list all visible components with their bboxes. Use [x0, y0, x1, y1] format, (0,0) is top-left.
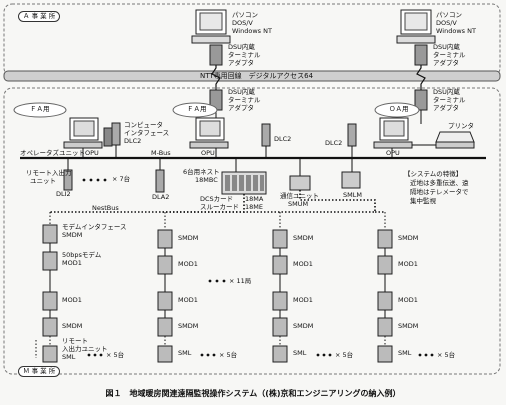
- printer-icon: [435, 131, 475, 149]
- dsu2-line3: アダプタ: [433, 59, 459, 67]
- col1-modem-line2: MOD1: [62, 259, 82, 267]
- col1-modem-if-line2: SMDM: [62, 231, 83, 239]
- remote-io-top-line2: ユニット: [30, 177, 56, 185]
- dsu1-line3: アダプタ: [228, 59, 254, 67]
- col2-count: × 5台: [219, 351, 238, 359]
- pc-top-right-icon: [396, 9, 436, 44]
- opu-1-label: OPU: [201, 149, 215, 157]
- dsu-top-right-icon: [414, 44, 428, 66]
- m-bus-label: M-Bus: [151, 149, 171, 157]
- col4-mod1: MOD1: [398, 296, 418, 304]
- col3-smdm: SMDM: [293, 322, 314, 330]
- dli2-label: DLI2: [56, 190, 71, 198]
- opu-2-label: OPU: [386, 149, 400, 157]
- col1-mod1: MOD1: [62, 296, 82, 304]
- oa-label: ＯＡ用: [389, 105, 409, 113]
- dcs-model-2: 18ME: [245, 203, 263, 211]
- remote-column-1: [35, 212, 58, 363]
- pc1-line3: Windows NT: [232, 27, 272, 35]
- remote-column-2: [157, 212, 173, 363]
- dsu3-line3: アダプタ: [228, 104, 254, 112]
- dla2-label: DLA2: [152, 193, 170, 201]
- pc-top-left-icon: [191, 9, 231, 44]
- col4-smdm-top: SMDM: [398, 234, 419, 242]
- fa2-label: ＦＡ用: [187, 105, 207, 113]
- printer-label: プリンタ: [448, 122, 474, 130]
- dsu-top-left-icon: [209, 44, 223, 66]
- col2-mod1: MOD1: [178, 296, 198, 304]
- opu-mid-pc-icon: [189, 117, 229, 149]
- smlm-label: SMLM: [343, 191, 362, 199]
- remote-column-4: [377, 212, 393, 363]
- features-line2: 隔地はテレメータで: [410, 188, 469, 196]
- nestbus-label: NestBus: [92, 204, 119, 212]
- dlc2-right-icon: [347, 123, 357, 147]
- features-title: 【システムの特徴】: [404, 170, 463, 178]
- dlc2-mid-icon: [261, 123, 271, 147]
- opu-left-pc-icon: [63, 117, 113, 149]
- fa1-label: ＦＡ用: [30, 105, 50, 113]
- dlc2-left-icon: [111, 122, 121, 146]
- nest-18mbc-icon: [221, 171, 267, 195]
- col2-sml: SML: [178, 349, 192, 357]
- features-line1: 近地は多重伝送、遠: [410, 179, 469, 187]
- count-7-label: × 7台: [112, 175, 131, 183]
- ntt-line-label: NTT専用回線 デジタルアクセス64: [200, 72, 314, 80]
- dlc2-mid-label: DLC2: [274, 135, 292, 143]
- col2-mod1-top: MOD1: [178, 260, 198, 268]
- dla2-icon: [155, 169, 165, 193]
- smlm-icon: [341, 171, 361, 189]
- m-office-label: Ｍ 事 業 所: [18, 366, 61, 377]
- dcs-card-line2: スルーカード: [200, 203, 239, 211]
- opu-right-pc-icon: [373, 117, 413, 149]
- nest-line2: 18MBC: [195, 176, 218, 184]
- col1-smdm: SMDM: [62, 322, 83, 330]
- col4-mod1-top: MOD1: [398, 260, 418, 268]
- operator-unit-label: オペレータズユニットOPU: [20, 149, 99, 157]
- col3-sml: SML: [293, 349, 307, 357]
- col4-smdm: SMDM: [398, 322, 419, 330]
- dsu4-line3: アダプタ: [433, 104, 459, 112]
- a-office-label: Ａ 事 業 所: [18, 11, 61, 22]
- smum-icon: [289, 175, 311, 191]
- features-line3: 集中監視: [410, 197, 436, 205]
- dlc2-right-label: DLC2: [325, 139, 343, 147]
- col3-mod1-top: MOD1: [293, 260, 313, 268]
- computer-interface-line3: DLC2: [124, 137, 142, 145]
- col3-mod1: MOD1: [293, 296, 313, 304]
- col2-smdm-top: SMDM: [178, 234, 199, 242]
- col1-count: × 5台: [106, 351, 125, 359]
- diagram-page: { "sites": { "a_office": "Ａ 事 業 所", "m_o…: [0, 0, 506, 405]
- col1-remote-io-line3: SML: [62, 353, 76, 361]
- comm-unit-line2: SMUM: [288, 200, 309, 208]
- col4-sml: SML: [398, 349, 412, 357]
- pc2-line3: Windows NT: [436, 27, 476, 35]
- col2-smdm: SMDM: [178, 322, 199, 330]
- col3-count: × 5台: [335, 351, 354, 359]
- stations-11-label: × 11局: [229, 277, 252, 285]
- col4-count: × 5台: [437, 351, 456, 359]
- col3-smdm-top: SMDM: [293, 234, 314, 242]
- figure-caption: 図１ 地域暖房関連遠隔監視操作システム（(株)京和エンジニアリングの納入例）: [105, 389, 401, 398]
- remote-column-3: [272, 212, 288, 363]
